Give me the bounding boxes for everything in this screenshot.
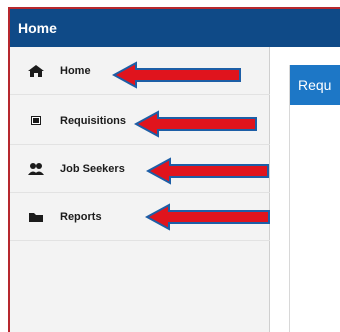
folder-icon (26, 210, 46, 224)
home-icon (26, 64, 46, 78)
page-title: Home (18, 20, 57, 36)
top-bar: Home (8, 7, 340, 47)
content-panel: Requ (289, 65, 340, 332)
sidebar-item-reports[interactable]: Reports (10, 193, 270, 241)
panel-header: Requ (290, 65, 340, 105)
sidebar-item-requisitions[interactable]: Requisitions (10, 97, 270, 145)
panel-title: Requ (298, 77, 332, 93)
sidebar: Home Requisitions Job Seekers Reports (8, 47, 270, 332)
sidebar-item-home[interactable]: Home (10, 47, 270, 95)
sidebar-item-label: Requisitions (60, 114, 127, 127)
sidebar-item-job-seekers[interactable]: Job Seekers (10, 145, 270, 193)
sidebar-item-label: Home (60, 64, 91, 77)
users-icon (26, 162, 46, 176)
book-icon (26, 114, 46, 128)
sidebar-item-label: Job Seekers (60, 162, 125, 175)
sidebar-item-label: Reports (60, 210, 102, 223)
